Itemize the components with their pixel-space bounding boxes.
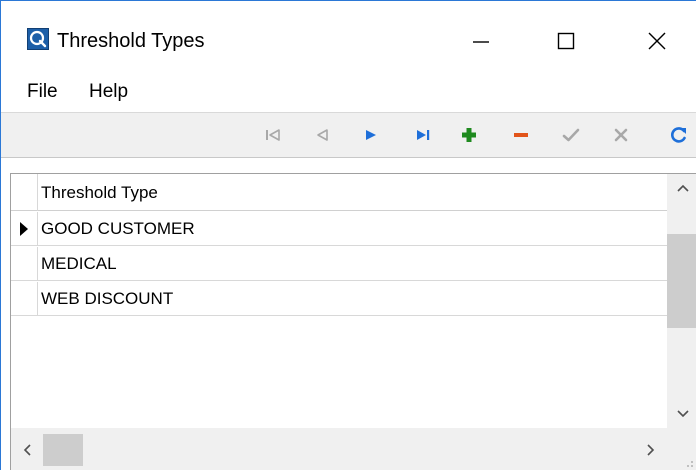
threshold-types-window: Threshold Types File Help Threshold Type… <box>0 0 696 470</box>
first-record-icon <box>266 129 280 141</box>
vertical-scroll-thumb[interactable] <box>667 234 696 328</box>
scroll-right-button[interactable] <box>637 428 665 470</box>
last-record-button[interactable] <box>411 123 435 147</box>
row-indicator[interactable] <box>11 282 38 316</box>
last-record-icon <box>417 130 430 140</box>
menu-file[interactable]: File <box>25 79 60 107</box>
scroll-up-button[interactable] <box>667 174 696 202</box>
maximize-button[interactable] <box>540 15 592 67</box>
chevron-up-icon <box>676 184 689 192</box>
add-record-button[interactable] <box>457 123 481 147</box>
size-grip[interactable] <box>667 428 696 470</box>
chevron-down-icon <box>676 410 689 418</box>
resize-grip-icon <box>687 461 693 467</box>
vertical-scrollbar[interactable] <box>667 174 696 428</box>
cell-threshold-type[interactable]: MEDICAL <box>41 254 117 274</box>
title-bar: Threshold Types <box>1 1 696 79</box>
refresh-icon <box>671 127 686 143</box>
table-row[interactable]: GOOD CUSTOMER <box>11 212 667 246</box>
checkmark-icon <box>562 128 580 142</box>
menu-bar: File Help <box>1 79 696 111</box>
grid-header: Threshold Type <box>11 174 667 211</box>
delete-record-button[interactable] <box>509 123 533 147</box>
minimize-button[interactable] <box>455 15 507 67</box>
app-icon <box>27 28 49 50</box>
scroll-left-button[interactable] <box>13 428 41 470</box>
refresh-button[interactable] <box>667 123 691 147</box>
post-edit-button[interactable] <box>559 123 583 147</box>
maximize-icon <box>557 32 575 50</box>
menu-help[interactable]: Help <box>87 79 130 107</box>
cell-threshold-type[interactable]: WEB DISCOUNT <box>41 289 173 309</box>
column-header-threshold-type[interactable]: Threshold Type <box>41 183 158 203</box>
window-title: Threshold Types <box>57 30 205 52</box>
horizontal-scrollbar[interactable] <box>11 428 667 470</box>
cell-threshold-type[interactable]: GOOD CUSTOMER <box>41 219 195 239</box>
minimize-icon <box>473 41 489 43</box>
current-row-arrow-icon <box>20 222 28 236</box>
navigator-toolbar <box>1 112 696 158</box>
x-icon <box>614 128 628 142</box>
first-record-button[interactable] <box>261 123 285 147</box>
chevron-left-icon <box>23 444 31 456</box>
chevron-right-icon <box>647 444 655 456</box>
cancel-edit-button[interactable] <box>609 123 633 147</box>
threshold-types-grid[interactable]: Threshold Type GOOD CUSTOMER MEDICAL WEB… <box>10 173 696 470</box>
previous-record-button[interactable] <box>311 123 335 147</box>
plus-icon <box>462 128 476 142</box>
row-indicator[interactable] <box>11 212 38 246</box>
table-row[interactable]: WEB DISCOUNT <box>11 282 667 316</box>
close-button[interactable] <box>631 15 683 67</box>
table-row[interactable]: MEDICAL <box>11 247 667 281</box>
next-record-icon <box>366 130 376 140</box>
close-icon <box>648 32 666 50</box>
minus-icon <box>514 133 528 137</box>
horizontal-scroll-thumb[interactable] <box>43 434 83 466</box>
scroll-down-button[interactable] <box>667 400 696 428</box>
previous-record-icon <box>317 129 328 141</box>
next-record-button[interactable] <box>359 123 383 147</box>
header-indicator-cell <box>11 174 38 211</box>
row-indicator[interactable] <box>11 247 38 281</box>
